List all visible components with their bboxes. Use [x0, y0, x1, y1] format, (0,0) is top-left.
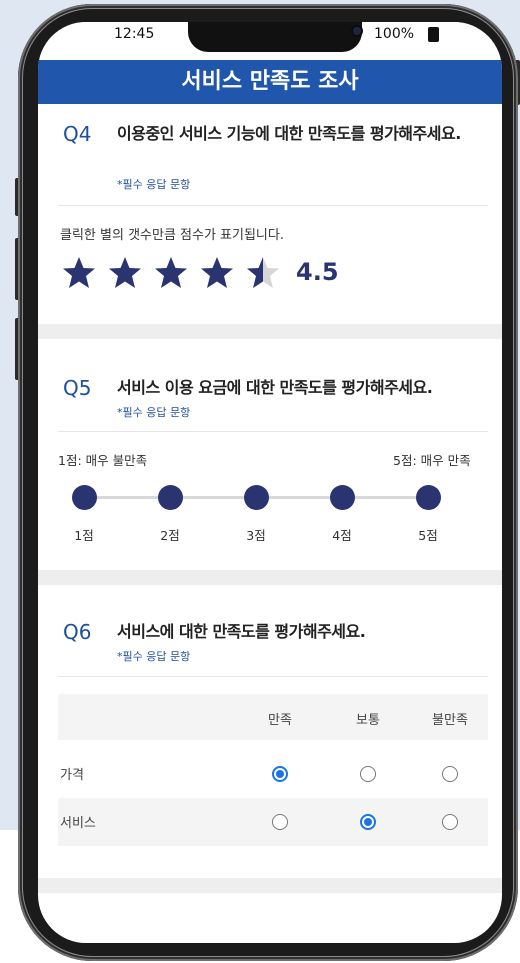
radio-button[interactable]	[360, 766, 376, 782]
q6-required-badge: *필수 응답 문항	[117, 650, 191, 663]
scale-point-4[interactable]	[330, 485, 355, 510]
page-title: 서비스 만족도 조사	[38, 60, 502, 104]
radio-button[interactable]	[272, 766, 288, 782]
grid-column-header: 보통	[356, 713, 380, 728]
scale-point-label: 2점	[160, 528, 180, 543]
scale-min-label: 1점: 매우 불만족	[58, 453, 148, 468]
grid-column-header: 불만족	[432, 713, 468, 728]
scale-max-label: 5점: 매우 만족	[393, 453, 471, 468]
radio-button[interactable]	[442, 766, 458, 782]
notch	[188, 22, 362, 52]
star-2-icon[interactable]	[108, 256, 142, 290]
battery-percent: 100%	[374, 26, 415, 42]
q5-divider	[58, 431, 488, 432]
phone-screen: 12:45 100% 서비스 만족도 조사 Q4 이용중인 서비스 기능에 대한…	[38, 22, 502, 943]
scale-point-label: 5점	[418, 528, 438, 543]
q5-required-badge: *필수 응답 문항	[117, 406, 191, 419]
scale-point-3[interactable]	[244, 485, 269, 510]
radio-button[interactable]	[442, 814, 458, 830]
scale-point-label: 3점	[246, 528, 266, 543]
scale-point-label: 1점	[74, 528, 94, 543]
rating-value: 4.5	[296, 258, 339, 286]
camera-icon	[353, 27, 361, 35]
q4-number: Q4	[63, 122, 92, 146]
radio-button[interactable]	[272, 814, 288, 830]
q6-number: Q6	[63, 620, 92, 644]
scale-point-1[interactable]	[72, 485, 97, 510]
q4-title: 이용중인 서비스 기능에 대한 만족도를 평가해주세요.	[117, 124, 461, 143]
q4-hint: 클릭한 별의 갯수만큼 점수가 표기됩니다.	[60, 228, 284, 243]
scale-point-5[interactable]	[416, 485, 441, 510]
star-3-icon[interactable]	[154, 256, 188, 290]
q6-title: 서비스에 대한 만족도를 평가해주세요.	[117, 622, 366, 641]
q4-divider	[58, 205, 488, 206]
scale-point-label: 4점	[332, 528, 352, 543]
status-time: 12:45	[114, 26, 155, 42]
star-5-icon[interactable]	[246, 256, 280, 290]
radio-button[interactable]	[360, 814, 376, 830]
grid-row-label: 서비스	[60, 816, 96, 831]
scale-point-2[interactable]	[158, 485, 183, 510]
status-bar: 12:45 100%	[38, 22, 502, 58]
star-1-icon[interactable]	[62, 256, 96, 290]
star-4-icon[interactable]	[200, 256, 234, 290]
q4-required-badge: *필수 응답 문항	[117, 178, 191, 191]
q5-title: 서비스 이용 요금에 대한 만족도를 평가해주세요.	[117, 378, 433, 397]
q5-number: Q5	[63, 376, 92, 400]
q6-divider	[58, 676, 488, 677]
grid-row-label: 가격	[60, 768, 84, 783]
grid-column-header: 만족	[268, 713, 292, 728]
section-divider	[38, 324, 502, 339]
section-divider	[38, 878, 502, 893]
section-divider	[38, 570, 502, 585]
battery-icon	[428, 27, 439, 42]
